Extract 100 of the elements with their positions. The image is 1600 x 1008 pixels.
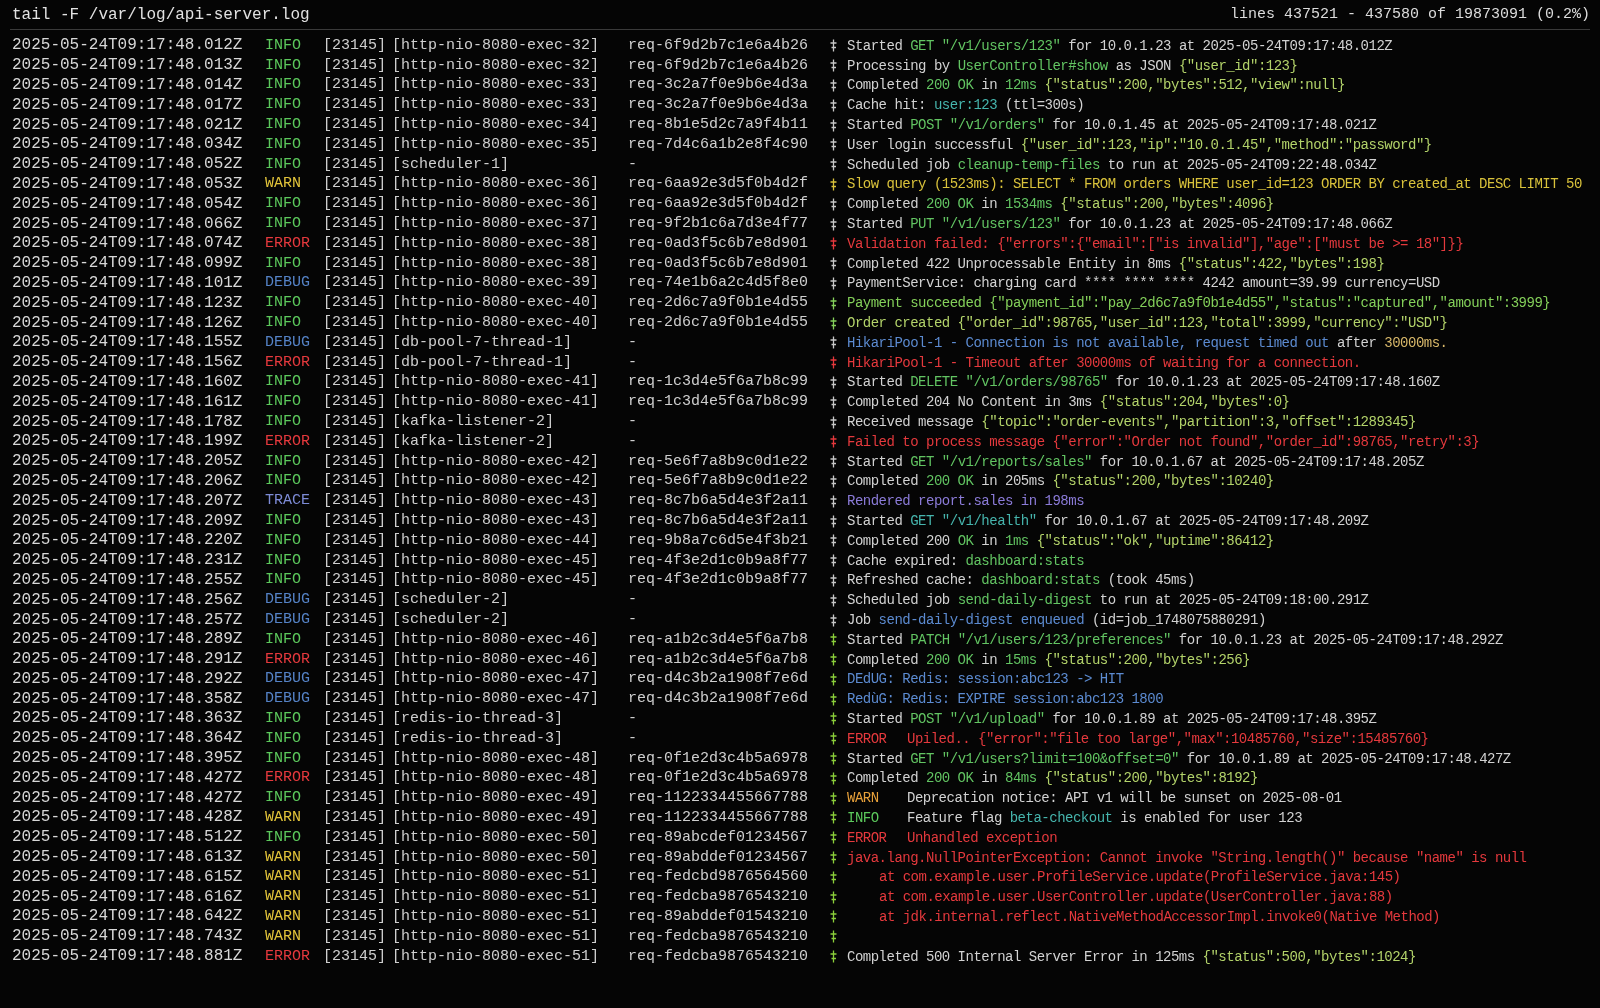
log-message: at com.example.user.ProfileService.update(ProfileService.java:145) <box>878 868 1401 887</box>
log-timestamp: 2025-05-24T09:17:48.156Z <box>12 353 243 373</box>
log-timestamp: 2025-05-24T09:17:48.017Z <box>12 95 243 115</box>
log-message: Completed 200 OK in 12ms {"status":200,"bytes":512,"view":null} <box>847 76 1345 95</box>
process-id: [23145] <box>323 650 386 669</box>
log-message: INFO Feature flag beta-checkout is enabled for user 123 <box>847 808 1303 827</box>
process-id: [23145] <box>323 254 386 273</box>
process-id: [23145] <box>323 808 386 827</box>
request-id: req-fedcba9876543210 <box>628 888 809 907</box>
log-message: Started GET "/v1/reports/sales" for 10.0.1.67 at 2025-05-24T09:17:48.205Z <box>847 452 1424 471</box>
log-level: WARN <box>265 927 301 946</box>
thread-name: [http-nio-8080-exec-49] <box>392 808 600 827</box>
thread-name: [http-nio-8080-exec-40] <box>392 314 600 333</box>
log-level: DEBUG <box>265 333 310 352</box>
log-level: INFO <box>265 789 301 808</box>
log-message: Job send-daily-digest enqueued (id=job_1748075880291) <box>847 611 1266 629</box>
process-id: [23145] <box>323 888 386 907</box>
process-id: [23145] <box>323 76 386 95</box>
log-message: Failed to process message {"error":"Order not found","order_id":98765,"retry":3} <box>847 432 1480 451</box>
thread-name: [http-nio-8080-exec-33] <box>392 76 600 95</box>
process-id: [23145] <box>323 432 386 451</box>
log-timestamp: 2025-05-24T09:17:48.034Z <box>12 135 243 155</box>
log-timestamp: 2025-05-24T09:17:48.512Z <box>12 828 243 848</box>
request-id: - <box>628 591 637 610</box>
log-level: INFO <box>265 413 301 432</box>
thread-name: [redis-io-thread-3] <box>392 710 564 728</box>
process-id: [23145] <box>323 868 386 887</box>
log-level: INFO <box>265 254 301 273</box>
process-id: [23145] <box>323 96 386 115</box>
request-id: - <box>628 729 637 748</box>
log-timestamp: 2025-05-24T09:17:48.220Z <box>12 531 243 551</box>
thread-name: [http-nio-8080-exec-47] <box>392 670 600 689</box>
process-id: [23145] <box>323 155 386 174</box>
process-id: [23145] <box>323 789 386 808</box>
log-timestamp: 2025-05-24T09:17:48.615Z <box>12 867 243 887</box>
request-id: - <box>628 413 637 432</box>
process-id: [23145] <box>323 135 386 154</box>
log-timestamp: 2025-05-24T09:17:48.427Z <box>12 788 243 808</box>
log-message: Validation failed: {"errors":{"email":["is invalid"],"age":["must be >= 18"]}} <box>847 234 1464 253</box>
thread-name: [http-nio-8080-exec-40] <box>392 294 600 313</box>
request-id: req-1c3d4e5f6a7b8c99 <box>628 393 809 412</box>
thread-name: [http-nio-8080-exec-44] <box>392 531 600 550</box>
request-id: req-0ad3f5c6b7e8d901 <box>628 254 809 273</box>
process-id: [23145] <box>323 630 386 649</box>
process-id: [23145] <box>323 215 386 234</box>
request-id: - <box>628 333 637 352</box>
log-message: HikariPool-1 - Connection is not available, request timed out after 30000ms. <box>847 333 1448 352</box>
thread-name: [http-nio-8080-exec-42] <box>392 452 600 471</box>
log-level: DEBUG <box>265 690 310 709</box>
thread-name: [http-nio-8080-exec-49] <box>392 789 600 808</box>
process-id: [23145] <box>323 907 386 926</box>
command-line: tail -F /var/log/api-server.log <box>11 4 310 25</box>
log-message: Started DELETE "/v1/orders/98765" for 10.0.1.23 at 2025-05-24T09:17:48.160Z <box>847 373 1440 392</box>
log-level: INFO <box>265 452 301 471</box>
thread-name: [http-nio-8080-exec-46] <box>392 650 600 669</box>
log-message: at jdk.internal.reflect.NativeMethodAccessorImpl.invoke0(Native Method) <box>878 907 1440 926</box>
thread-name: [scheduler-2] <box>392 591 510 610</box>
log-timestamp: 2025-05-24T09:17:48.358Z <box>12 689 243 709</box>
log-level: ERROR <box>265 650 310 669</box>
request-id: req-2d6c7a9f0b1e4d55 <box>628 314 809 333</box>
log-timestamp: 2025-05-24T09:17:48.178Z <box>12 412 243 432</box>
log-level: ERROR <box>265 432 310 451</box>
request-id: req-4f3e2d1c0b9a8f77 <box>628 571 809 590</box>
log-message: Started POST "/v1/orders" for 10.0.1.45 at 2025-05-24T09:17:48.021Z <box>847 116 1377 135</box>
process-id: [23145] <box>323 512 386 530</box>
request-id: req-89abcdef01234567 <box>628 828 809 847</box>
thread-name: [kafka-listener-2] <box>392 413 555 432</box>
process-id: [23145] <box>323 175 386 194</box>
request-id: - <box>628 611 637 629</box>
log-timestamp: 2025-05-24T09:17:48.255Z <box>12 570 243 590</box>
thread-name: [redis-io-thread-3] <box>392 729 564 748</box>
request-id: req-7d4c6a1b2e8f4c90 <box>628 135 809 154</box>
thread-name: [http-nio-8080-exec-32] <box>392 56 600 75</box>
thread-name: [kafka-listener-2] <box>392 432 555 451</box>
process-id: [23145] <box>323 393 386 412</box>
log-message: Started PATCH "/v1/users/123/preferences" for 10.0.1.23 at 2025-05-24T09:17:48.292Z <box>847 630 1503 649</box>
process-id: [23145] <box>323 492 386 511</box>
log-message: User login successful {"user_id":123,"ip":"10.0.1.45","method":"password"} <box>847 135 1432 154</box>
log-message: PaymentService: charging card **** **** **** 4242 amount=39.99 currency=USD <box>847 274 1440 293</box>
thread-name: [http-nio-8080-exec-43] <box>392 512 600 530</box>
thread-name: [http-nio-8080-exec-42] <box>392 472 600 491</box>
log-message: java.lang.NullPointerException: Cannot invoke "String.length()" because "name" is null <box>847 848 1527 867</box>
log-timestamp: 2025-05-24T09:17:48.363Z <box>12 709 243 729</box>
request-id: req-8b1e5d2c7a9f4b11 <box>628 116 809 135</box>
log-level: INFO <box>265 215 301 234</box>
request-id: req-9b8a7c6d5e4f3b21 <box>628 531 809 550</box>
log-level: INFO <box>265 551 301 570</box>
request-id: req-d4c3b2a1908f7e6d <box>628 690 809 709</box>
log-timestamp: 2025-05-24T09:17:48.160Z <box>12 372 243 392</box>
log-message: Refreshed cache: dashboard:stats (took 45ms) <box>847 571 1195 590</box>
thread-name: [http-nio-8080-exec-51] <box>392 927 600 946</box>
log-message: Completed 200 OK in 15ms {"status":200,"bytes":256} <box>847 650 1250 669</box>
request-id: req-a1b2c3d4e5f6a7b8 <box>628 650 809 669</box>
request-id: - <box>628 432 637 451</box>
log-level: INFO <box>265 135 301 154</box>
log-timestamp: 2025-05-24T09:17:48.123Z <box>12 293 243 313</box>
process-id: [23145] <box>323 611 386 629</box>
log-timestamp: 2025-05-24T09:17:48.155Z <box>12 333 243 353</box>
process-id: [23145] <box>323 571 386 590</box>
log-message: Started GET "/v1/health" for 10.0.1.67 at 2025-05-24T09:17:48.209Z <box>847 512 1369 530</box>
